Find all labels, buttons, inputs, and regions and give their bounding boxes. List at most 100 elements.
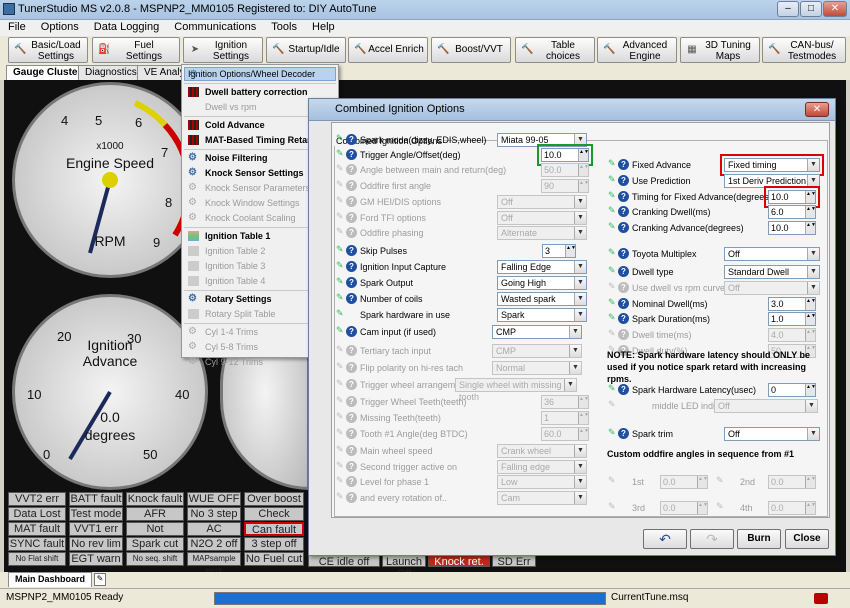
chevron-down-icon[interactable]: ▼: [569, 326, 581, 338]
help-icon[interactable]: ?: [346, 379, 357, 390]
dialog-close-button[interactable]: ✕: [805, 102, 829, 117]
input-spark-duration-ms-[interactable]: 1.0 ▲▼: [768, 312, 816, 326]
toolbar-button-startup-idle[interactable]: 🔨 Startup/Idle: [266, 37, 346, 63]
help-icon[interactable]: ?: [618, 222, 629, 233]
field-label: GM HEI/DIS options: [360, 197, 442, 207]
help-icon[interactable]: ?: [346, 277, 357, 288]
chevron-down-icon[interactable]: ▼: [807, 428, 819, 440]
toolbar-button-table[interactable]: 🔨 Table choices: [515, 37, 595, 63]
help-icon[interactable]: ?: [618, 159, 629, 170]
select-spark-output[interactable]: Going High ▼: [497, 276, 587, 290]
spinner-icon[interactable]: ▲▼: [805, 313, 816, 325]
chevron-down-icon[interactable]: ▼: [574, 261, 586, 273]
input-cranking-dwell-ms-[interactable]: 6.0 ▲▼: [768, 205, 816, 219]
toolbar-button-advanced[interactable]: 🔨 Advanced Engine: [597, 37, 677, 63]
help-icon[interactable]: ?: [618, 206, 629, 217]
help-icon[interactable]: ?: [346, 412, 357, 423]
field-value: 36: [544, 397, 555, 407]
menu-item-ignition-options-wheel-decoder[interactable]: ⚙ Ignition Options/Wheel Decoder: [184, 67, 336, 81]
help-icon[interactable]: ?: [346, 164, 357, 175]
spinner-icon[interactable]: ▲▼: [805, 298, 816, 310]
toolbar-button-fuel[interactable]: ⛽ Fuel Settings: [92, 37, 180, 63]
close-button[interactable]: ✕: [823, 1, 847, 17]
help-icon[interactable]: ?: [618, 266, 629, 277]
chevron-down-icon[interactable]: ▼: [807, 248, 819, 260]
tab-main-dashboard[interactable]: Main Dashboard: [8, 572, 93, 587]
undo-button[interactable]: ↶: [643, 529, 687, 549]
help-icon[interactable]: ?: [346, 245, 357, 256]
menu-item-dwell-battery-correction[interactable]: Dwell battery correction: [184, 85, 336, 99]
record-icon[interactable]: [814, 593, 828, 604]
menu-tools[interactable]: Tools: [271, 21, 297, 33]
input-cranking-advance-degrees-[interactable]: 10.0 ▲▼: [768, 221, 816, 235]
new-tab-icon[interactable]: ✎: [94, 573, 106, 586]
chevron-down-icon[interactable]: ▼: [574, 293, 586, 305]
spinner-icon: ▲▼: [697, 476, 708, 488]
help-icon[interactable]: ?: [346, 261, 357, 272]
minimize-button[interactable]: –: [777, 1, 799, 17]
spinner-icon[interactable]: ▲▼: [805, 384, 816, 396]
select-dwell-type[interactable]: Standard Dwell ▼: [724, 265, 820, 279]
select-number-of-coils[interactable]: Wasted spark ▼: [497, 292, 587, 306]
help-icon[interactable]: ?: [618, 329, 629, 340]
help-icon[interactable]: ?: [618, 298, 629, 309]
adv-tick: 50: [143, 447, 158, 462]
menu-communications[interactable]: Communications: [174, 21, 256, 33]
select-[interactable]: Off ▼: [724, 427, 820, 441]
chevron-down-icon[interactable]: ▼: [574, 309, 586, 321]
field-value: Standard Dwell: [728, 267, 790, 277]
window-title: TunerStudio MS v2.0.8 - MSPNP2_MM0105 Re…: [18, 3, 377, 15]
spinner-icon[interactable]: ▲▼: [805, 206, 816, 218]
toolbar-button-can-bus-[interactable]: 🔨 CAN-bus/Testmodes: [762, 37, 846, 63]
select-toyota-multiplex[interactable]: Off ▼: [724, 247, 820, 261]
help-icon[interactable]: ?: [618, 282, 629, 293]
chevron-down-icon[interactable]: ▼: [574, 277, 586, 289]
tab-diagnostics[interactable]: Diagnostics: [78, 65, 144, 80]
help-icon[interactable]: ?: [346, 134, 357, 145]
help-icon[interactable]: ?: [346, 492, 357, 503]
close-dialog-button[interactable]: Close: [785, 529, 829, 549]
help-icon[interactable]: ?: [346, 212, 357, 223]
spinner-icon[interactable]: ▲▼: [805, 222, 816, 234]
help-icon[interactable]: ?: [346, 196, 357, 207]
burn-button[interactable]: Burn: [737, 529, 781, 549]
chevron-down-icon[interactable]: ▼: [807, 266, 819, 278]
help-icon[interactable]: ?: [346, 149, 357, 160]
toolbar-button-accel-enrich[interactable]: 🔨 Accel Enrich: [348, 37, 428, 63]
maximize-button[interactable]: □: [800, 1, 822, 17]
menu-data-logging[interactable]: Data Logging: [94, 21, 159, 33]
help-icon[interactable]: ?: [346, 428, 357, 439]
help-icon[interactable]: ?: [346, 293, 357, 304]
help-icon[interactable]: ?: [618, 313, 629, 324]
help-icon[interactable]: ?: [346, 326, 357, 337]
input-[interactable]: 0 ▲▼: [768, 383, 816, 397]
help-icon[interactable]: ?: [346, 461, 357, 472]
toolbar-button-3d-tuning[interactable]: ▦ 3D Tuning Maps: [680, 37, 760, 63]
redo-button[interactable]: ↷: [690, 529, 734, 549]
help-icon[interactable]: ?: [346, 396, 357, 407]
input-nominal-dwell-ms-[interactable]: 3.0 ▲▼: [768, 297, 816, 311]
help-icon[interactable]: ?: [618, 428, 629, 439]
help-icon[interactable]: ?: [346, 362, 357, 373]
help-icon[interactable]: ?: [346, 180, 357, 191]
spinner-icon[interactable]: ▲▼: [565, 245, 576, 257]
help-icon[interactable]: ?: [618, 191, 629, 202]
help-icon[interactable]: ?: [346, 445, 357, 456]
help-icon[interactable]: ?: [618, 384, 629, 395]
toolbar-button-ignition[interactable]: ➤ Ignition Settings: [183, 37, 263, 63]
select-cam-input-if-used-[interactable]: CMP ▼: [492, 325, 582, 339]
tab-gauge-cluster[interactable]: Gauge Cluster: [6, 65, 89, 80]
help-icon[interactable]: ?: [618, 248, 629, 259]
menu-options[interactable]: Options: [41, 21, 79, 33]
menu-help[interactable]: Help: [312, 21, 335, 33]
help-icon[interactable]: ?: [346, 476, 357, 487]
menu-file[interactable]: File: [8, 21, 26, 33]
select-ignition-input-capture[interactable]: Falling Edge ▼: [497, 260, 587, 274]
toolbar-button-boost-vvt[interactable]: 🔨 Boost/VVT: [431, 37, 511, 63]
toolbar-button-basic-load[interactable]: 🔨 Basic/Load Settings: [8, 37, 88, 63]
input-skip-pulses[interactable]: 3 ▲▼: [542, 244, 576, 258]
help-icon[interactable]: ?: [346, 227, 357, 238]
help-icon[interactable]: ?: [618, 175, 629, 186]
help-icon[interactable]: ?: [346, 345, 357, 356]
select-spark-hardware-in-use[interactable]: Spark ▼: [497, 308, 587, 322]
